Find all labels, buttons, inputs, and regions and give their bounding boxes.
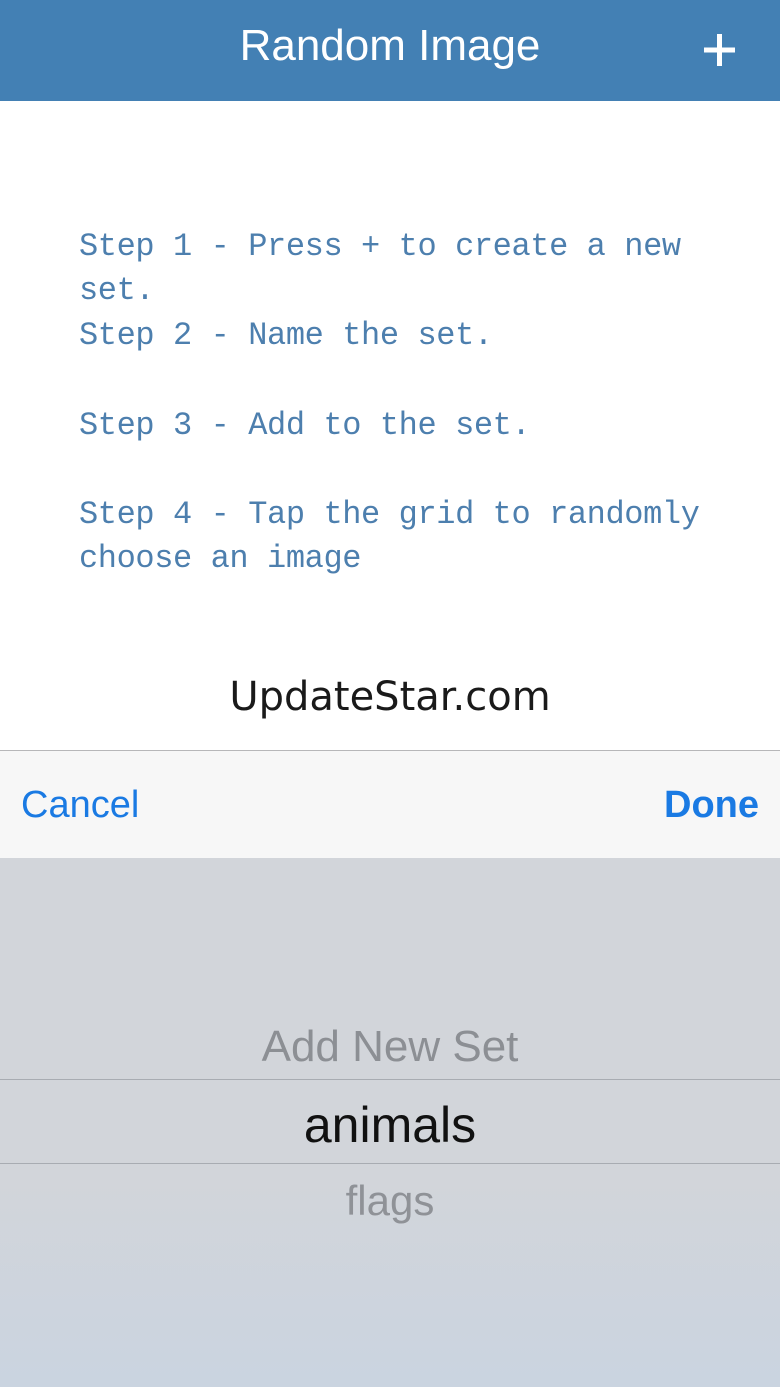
set-picker-wheel[interactable]: Add New Set animals flags [0,858,780,1387]
plus-icon [704,34,735,66]
cancel-button[interactable]: Cancel [21,781,139,829]
picker-option-flags[interactable]: flags [0,1176,780,1226]
navigation-bar: Random Image [0,0,780,101]
watermark-text: UpdateStar.com [229,674,551,720]
step-1-text: Step 1 - Press + to create a new set. [79,228,700,309]
app-screen: Random Image Step 1 - Press + to create … [0,0,780,1387]
picker-option-add-new-set[interactable]: Add New Set [0,1020,780,1074]
done-button[interactable]: Done [664,781,759,829]
step-4-text: Step 4 - Tap the grid to randomly choose… [79,496,700,577]
selection-divider-bottom [0,1163,780,1164]
step-3-text: Step 3 - Add to the set. [79,407,531,444]
add-set-button[interactable] [696,24,744,76]
page-title: Random Image [239,21,541,70]
picker-toolbar: Cancel Done [0,750,780,858]
picker-option-selected[interactable]: animals [0,1096,780,1154]
selection-divider-top [0,1079,780,1080]
step-2-text: Step 2 - Name the set. [79,317,493,354]
